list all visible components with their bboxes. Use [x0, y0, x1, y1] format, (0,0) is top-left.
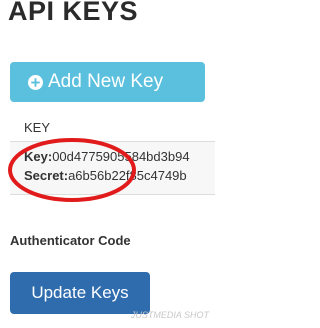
add-new-key-label: Add New Key — [48, 71, 164, 92]
update-keys-button[interactable]: Update Keys — [10, 272, 150, 314]
plus-circle-icon — [28, 74, 43, 90]
secret-label: Secret: — [24, 168, 69, 183]
authenticator-code-label: Authenticator Code — [10, 233, 131, 248]
secret-line: Secret:a6b56b22f85c4749b — [24, 168, 187, 183]
watermark: JUSTMEDIA SHOT — [130, 310, 209, 320]
key-value: 00d4775905584bd3b94 — [52, 149, 190, 164]
row-divider — [10, 194, 215, 195]
add-new-key-button[interactable]: Add New Key — [10, 62, 205, 102]
secret-value: a6b56b22f85c4749b — [68, 168, 187, 183]
key-column-header: KEY — [24, 120, 51, 135]
page-title: API KEYS — [8, 0, 139, 26]
key-line: Key:00d4775905584bd3b94 — [24, 149, 190, 164]
key-label: Key: — [24, 149, 53, 164]
